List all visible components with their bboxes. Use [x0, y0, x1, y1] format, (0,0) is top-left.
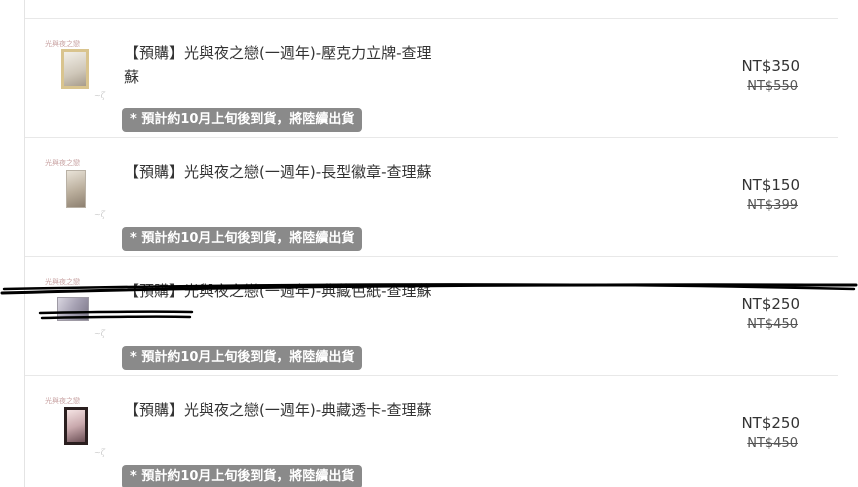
product-title[interactable]: 【預購】光與夜之戀(一週年)-典藏色紙-查理蘇 — [124, 279, 444, 303]
product-photo — [64, 407, 88, 445]
list-item[interactable]: 光與夜之戀 ~ζ 【預購】光與夜之戀(一週年)-典藏色紙-查理蘇 * 預計約10… — [25, 257, 838, 376]
preorder-status-badge: * 預計約10月上旬後到貨，將陸續出貨 — [122, 465, 363, 487]
sale-price: NT$350 — [741, 57, 800, 75]
preorder-status-badge: * 預計約10月上旬後到貨，將陸續出貨 — [122, 108, 363, 132]
sale-price: NT$250 — [741, 295, 800, 313]
product-photo — [61, 49, 89, 89]
list-item[interactable]: 光與夜之戀 ~ζ 【預購】光與夜之戀(一週年)-典藏透卡-查理蘇 * 預計約10… — [25, 376, 838, 487]
original-price: NT$399 — [747, 198, 798, 213]
thumbnail-brand-logo: 光與夜之戀 — [45, 159, 80, 167]
original-price: NT$550 — [747, 79, 798, 94]
acrylic-stand-image[interactable]: 光與夜之戀 ~ζ — [43, 37, 109, 105]
thumbnail-watermark-logo: ~ζ — [93, 448, 105, 457]
thumbnail-watermark-logo: ~ζ — [93, 91, 105, 100]
thumbnail-brand-logo: 光與夜之戀 — [45, 40, 80, 48]
product-photo — [57, 297, 89, 321]
sale-price: NT$250 — [741, 414, 800, 432]
product-title[interactable]: 【預購】光與夜之戀(一週年)-典藏透卡-查理蘇 — [124, 398, 444, 422]
original-price: NT$450 — [747, 317, 798, 332]
list-item[interactable]: 光與夜之戀 ~ζ 【預購】光與夜之戀(一週年)-長型徽章-查理蘇 * 預計約10… — [25, 138, 838, 257]
original-price: NT$450 — [747, 436, 798, 451]
thumbnail-brand-logo: 光與夜之戀 — [45, 278, 80, 286]
product-list: 光與夜之戀 ~ζ 【預購】光與夜之戀(一週年)-壓克力立牌-查理蘇 * 預計約1… — [25, 0, 838, 487]
preorder-status-badge: * 預計約10月上旬後到貨，將陸續出貨 — [122, 227, 363, 251]
thumbnail-brand-logo: 光與夜之戀 — [45, 397, 80, 405]
product-photo — [66, 170, 86, 208]
product-title[interactable]: 【預購】光與夜之戀(一週年)-壓克力立牌-查理蘇 — [124, 41, 444, 89]
sale-price: NT$150 — [741, 176, 800, 194]
transparent-card-image[interactable]: 光與夜之戀 ~ζ — [43, 394, 109, 462]
long-badge-image[interactable]: 光與夜之戀 ~ζ — [43, 156, 109, 224]
product-title[interactable]: 【預購】光與夜之戀(一週年)-長型徽章-查理蘇 — [124, 160, 444, 184]
thumbnail-watermark-logo: ~ζ — [93, 329, 105, 338]
cart-page: 光與夜之戀 ~ζ 【預購】光與夜之戀(一週年)-壓克力立牌-查理蘇 * 預計約1… — [0, 0, 858, 487]
thumbnail-watermark-logo: ~ζ — [93, 210, 105, 219]
preorder-status-badge: * 預計約10月上旬後到貨，將陸續出貨 — [122, 346, 363, 370]
shikishi-image[interactable]: 光與夜之戀 ~ζ — [43, 275, 109, 343]
list-item[interactable]: 光與夜之戀 ~ζ 【預購】光與夜之戀(一週年)-壓克力立牌-查理蘇 * 預計約1… — [25, 19, 838, 138]
